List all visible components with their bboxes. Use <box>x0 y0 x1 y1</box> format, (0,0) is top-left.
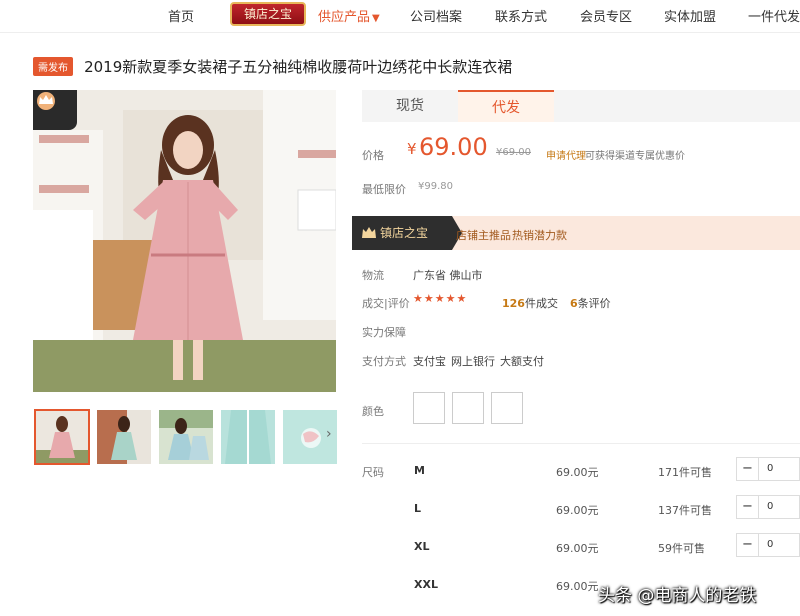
price-label: 价格 <box>362 149 384 162</box>
review-count[interactable]: 6条评价 <box>570 295 611 311</box>
product-title: 2019新款夏季女装裙子五分袖纯棉收腰荷叶边绣花中长款连衣裙 <box>84 58 513 76</box>
banner-badge-label: 镇店之宝 <box>380 226 429 240</box>
thumbnail-1[interactable] <box>34 409 90 465</box>
tabs-filler <box>554 90 800 122</box>
nav-shop-treasure[interactable]: 镇店之宝 <box>230 2 306 26</box>
caret-down-icon: ▼ <box>372 13 380 24</box>
dress-photo <box>33 90 336 392</box>
price-original: ¥69.00 <box>496 147 531 158</box>
quantity-stepper: − 0 <box>736 495 800 519</box>
qty-input[interactable]: 0 <box>767 463 773 474</box>
pay-method-alipay: 支付宝 <box>413 355 446 368</box>
thumbnail-image <box>97 410 151 464</box>
thumbnail-image <box>159 410 213 464</box>
review-count-number: 6 <box>570 297 578 310</box>
qty-minus-button[interactable]: − <box>737 496 759 518</box>
nav-dropship[interactable]: 一件代发 <box>748 6 800 25</box>
thumbnail-3[interactable] <box>159 410 213 464</box>
purchase-tabs: 现货 代发 <box>362 90 800 122</box>
size-row-m: M 69.00元 171件可售 − 0 <box>362 453 800 491</box>
nav-member[interactable]: 会员专区 <box>580 6 632 25</box>
banner-badge: 镇店之宝 <box>352 216 462 250</box>
thumbnail-image <box>221 410 275 464</box>
size-price: 69.00元 <box>556 504 599 517</box>
top-nav: 首页 镇店之宝 供应产品 ▼ 公司档案 联系方式 会员专区 实体加盟 一件代发 <box>0 0 800 30</box>
size-name: XXL <box>414 578 438 591</box>
watermark: 头条 @电商人的老铁 <box>598 586 757 606</box>
ship-value: 广东省 佛山市 <box>413 269 483 282</box>
quantity-stepper: − 0 <box>736 457 800 481</box>
size-price: 69.00元 <box>556 580 599 593</box>
deal-count-number: 126 <box>502 297 525 310</box>
ship-label: 物流 <box>362 269 384 282</box>
qty-input[interactable]: 0 <box>767 501 773 512</box>
size-price: 69.00元 <box>556 542 599 555</box>
size-stock: 137件可售 <box>658 504 712 517</box>
quantity-stepper: − 0 <box>736 533 800 557</box>
qty-input[interactable]: 0 <box>767 539 773 550</box>
nav-home[interactable]: 首页 <box>168 6 194 25</box>
thumbnail-image <box>35 410 89 464</box>
size-row-l: L 69.00元 137件可售 − 0 <box>362 491 800 529</box>
size-stock: 59件可售 <box>658 542 705 555</box>
min-price-label: 最低限价 <box>362 183 406 196</box>
color-label: 颜色 <box>362 405 384 418</box>
deal-label: 成交|评价 <box>362 297 410 310</box>
pay-method-large: 大额支付 <box>500 355 544 368</box>
nav-supply-label: 供应产品 <box>318 10 371 25</box>
nav-company-profile[interactable]: 公司档案 <box>410 6 462 25</box>
size-price: 69.00元 <box>556 466 599 479</box>
price-value: 69.00 <box>419 133 488 161</box>
guarantee-label: 实力保障 <box>362 326 406 339</box>
size-stock: 171件可售 <box>658 466 712 479</box>
product-main-image[interactable] <box>33 90 336 392</box>
deal-count: 126件成交 <box>502 295 558 311</box>
size-name: M <box>414 464 425 477</box>
size-name: L <box>414 502 422 515</box>
tab-spot[interactable]: 现货 <box>362 90 458 122</box>
apply-agent-link[interactable]: 申请代理 <box>546 147 586 162</box>
crown-icon <box>37 92 55 110</box>
size-name: XL <box>414 540 430 553</box>
banner-text-main: 店铺主推品 <box>456 229 511 242</box>
product-title-row: 需发布 2019新款夏季女装裙子五分袖纯棉收腰荷叶边绣花中长款连衣裙 <box>33 56 512 78</box>
pay-method-bank: 网上银行 <box>451 355 495 368</box>
crown-icon <box>362 227 376 238</box>
qty-minus-button[interactable]: − <box>737 534 759 556</box>
product-tag: 需发布 <box>33 57 73 76</box>
pay-label: 支付方式 <box>362 355 406 368</box>
apply-agent-desc: 可获得渠道专属优惠价 <box>585 151 685 162</box>
nav-divider <box>0 32 800 33</box>
banner-text-hot: 热销潜力款 <box>512 229 567 242</box>
nav-supply[interactable]: 供应产品 ▼ <box>318 6 380 25</box>
min-price-value: ¥99.80 <box>418 181 453 192</box>
size-row-xl: XL 69.00元 59件可售 − 0 <box>362 529 800 567</box>
thumbnail-next-icon[interactable]: › <box>326 426 332 442</box>
crown-badge <box>33 90 77 130</box>
price-currency: ¥ <box>407 140 417 158</box>
nav-franchise[interactable]: 实体加盟 <box>664 6 716 25</box>
tab-dropship[interactable]: 代发 <box>458 90 554 122</box>
color-swatch-3[interactable] <box>491 392 523 424</box>
review-count-suffix: 条评价 <box>577 297 611 310</box>
qty-minus-button[interactable]: − <box>737 458 759 480</box>
nav-contact[interactable]: 联系方式 <box>495 6 547 25</box>
color-swatch-1[interactable] <box>413 392 445 424</box>
size-divider <box>362 443 800 444</box>
shop-treasure-banner: 镇店之宝 店铺主推品 热销潜力款 <box>352 216 800 250</box>
rating-stars: ★★★★★ <box>413 292 468 305</box>
color-swatch-2[interactable] <box>452 392 484 424</box>
deal-count-suffix: 件成交 <box>524 297 558 310</box>
thumbnail-4[interactable] <box>221 410 275 464</box>
thumbnail-2[interactable] <box>97 410 151 464</box>
